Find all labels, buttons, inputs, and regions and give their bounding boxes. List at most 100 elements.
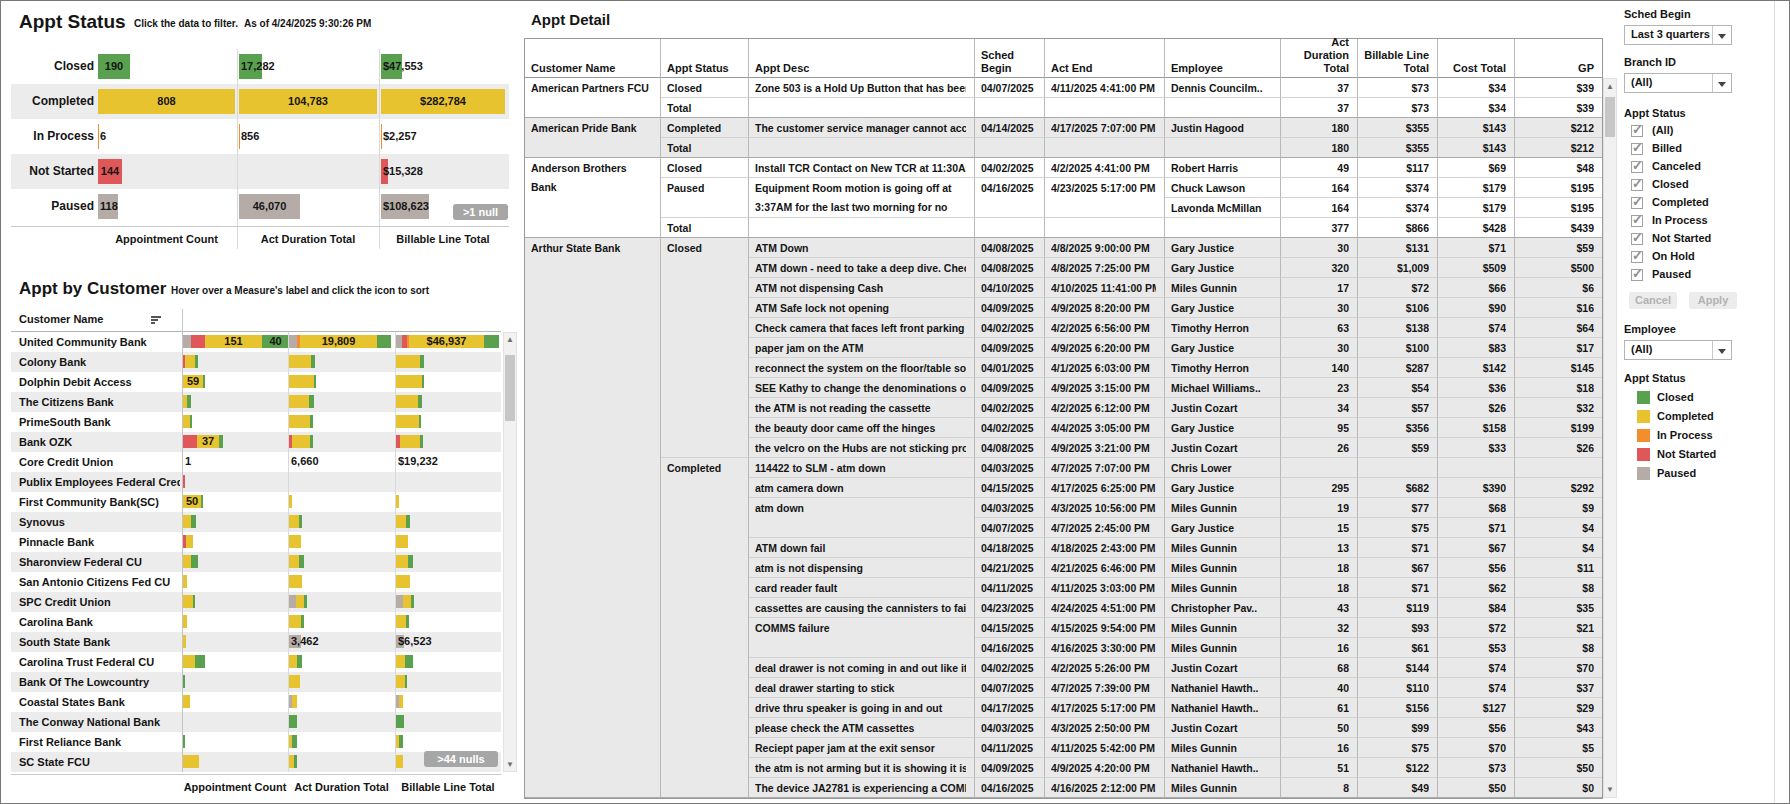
bar-segment[interactable] bbox=[396, 555, 408, 568]
bar-segment[interactable] bbox=[396, 535, 408, 548]
bar-segment[interactable] bbox=[403, 595, 411, 608]
bar-segment[interactable] bbox=[183, 475, 185, 488]
bar-segment[interactable] bbox=[420, 435, 423, 448]
bar-segment[interactable] bbox=[408, 555, 413, 568]
bar-segment[interactable] bbox=[183, 415, 190, 428]
legend-swatch-yellow[interactable] bbox=[1637, 410, 1650, 423]
bar-segment[interactable] bbox=[411, 595, 414, 608]
bar-segment[interactable] bbox=[183, 595, 193, 608]
bar-segment[interactable] bbox=[396, 395, 418, 408]
scrollbar-thumb[interactable] bbox=[1605, 97, 1615, 137]
checkbox-billed[interactable]: ✓ bbox=[1631, 143, 1643, 155]
legend-swatch-gray[interactable] bbox=[1637, 467, 1650, 480]
status-null-indicator[interactable]: >1 null bbox=[453, 204, 508, 220]
legend-swatch-orange[interactable] bbox=[1637, 429, 1650, 442]
bar-segment[interactable] bbox=[406, 615, 409, 628]
checkbox-on-hold[interactable]: ✓ bbox=[1631, 251, 1643, 263]
legend-swatch-green[interactable] bbox=[1637, 391, 1650, 404]
bar-segment[interactable] bbox=[405, 655, 413, 668]
bar-segment[interactable] bbox=[396, 715, 404, 728]
bar-segment[interactable] bbox=[201, 495, 203, 508]
bar-segment[interactable] bbox=[289, 415, 310, 428]
bar-segment[interactable] bbox=[191, 335, 205, 348]
bar-segment[interactable] bbox=[186, 535, 193, 548]
bar-segment[interactable] bbox=[304, 595, 307, 608]
bar-segment[interactable] bbox=[396, 495, 399, 508]
bar-segment[interactable] bbox=[296, 595, 304, 608]
branch-id-dropdown-button[interactable] bbox=[1712, 74, 1731, 92]
legend-swatch-red[interactable] bbox=[1637, 448, 1650, 461]
sort-icon[interactable] bbox=[151, 316, 163, 326]
checkbox-closed[interactable]: ✓ bbox=[1631, 179, 1643, 191]
bar-segment[interactable] bbox=[292, 435, 310, 448]
bar-segment[interactable] bbox=[418, 395, 422, 408]
bar-segment[interactable] bbox=[314, 375, 316, 388]
checkbox--all-[interactable]: ✓ bbox=[1631, 125, 1643, 137]
apply-button[interactable]: Apply bbox=[1689, 292, 1737, 309]
bar-segment[interactable] bbox=[289, 395, 309, 408]
bar-segment[interactable] bbox=[310, 415, 313, 428]
bar-segment[interactable] bbox=[484, 335, 499, 348]
bar-segment[interactable] bbox=[396, 515, 406, 528]
bar-segment[interactable] bbox=[289, 575, 302, 588]
bar-segment[interactable] bbox=[190, 415, 192, 428]
scroll-down-icon[interactable]: ▼ bbox=[1604, 785, 1616, 794]
bar-segment[interactable] bbox=[183, 515, 191, 528]
bar-segment[interactable] bbox=[183, 655, 195, 668]
bar-segment[interactable] bbox=[289, 535, 301, 548]
bar-segment[interactable] bbox=[399, 735, 403, 748]
bar-segment[interactable] bbox=[195, 355, 198, 368]
bar-segment[interactable] bbox=[183, 575, 187, 588]
sched-begin-dropdown[interactable]: Last 3 quarters bbox=[1624, 25, 1732, 45]
status-bar-in-process[interactable] bbox=[239, 124, 240, 149]
bar-segment[interactable] bbox=[195, 655, 205, 668]
bar-segment[interactable] bbox=[289, 595, 296, 608]
scroll-down-icon[interactable]: ▼ bbox=[504, 760, 516, 769]
bar-segment[interactable] bbox=[422, 375, 424, 388]
scroll-up-icon[interactable]: ▲ bbox=[504, 335, 516, 344]
bar-segment[interactable] bbox=[396, 755, 403, 768]
detail-scrollbar[interactable]: ▲▼ bbox=[1603, 78, 1617, 798]
customer-scrollbar[interactable]: ▲▼ bbox=[503, 332, 517, 772]
bar-segment[interactable] bbox=[289, 615, 301, 628]
bar-segment[interactable] bbox=[289, 675, 300, 688]
checkbox-completed[interactable]: ✓ bbox=[1631, 197, 1643, 209]
bar-segment[interactable] bbox=[301, 615, 304, 628]
bar-segment[interactable] bbox=[183, 755, 199, 768]
status-bar-in-process[interactable] bbox=[381, 124, 382, 149]
checkbox-in-process[interactable]: ✓ bbox=[1631, 215, 1643, 227]
bar-segment[interactable] bbox=[289, 715, 297, 728]
bar-segment[interactable] bbox=[405, 675, 407, 688]
bar-segment[interactable] bbox=[396, 355, 420, 368]
employee-dropdown-button[interactable] bbox=[1712, 341, 1731, 359]
bar-segment[interactable] bbox=[406, 515, 410, 528]
checkbox-not-started[interactable]: ✓ bbox=[1631, 233, 1643, 245]
bar-segment[interactable] bbox=[396, 575, 410, 588]
bar-segment[interactable] bbox=[183, 615, 187, 628]
bar-segment[interactable] bbox=[297, 655, 302, 668]
checkbox-paused[interactable]: ✓ bbox=[1631, 269, 1643, 281]
bar-segment[interactable] bbox=[185, 355, 195, 368]
bar-segment[interactable] bbox=[299, 555, 304, 568]
bar-segment[interactable] bbox=[289, 555, 299, 568]
scroll-up-icon[interactable]: ▲ bbox=[1604, 82, 1616, 91]
bar-segment[interactable] bbox=[309, 395, 314, 408]
bar-segment[interactable] bbox=[396, 375, 422, 388]
bar-segment[interactable] bbox=[289, 655, 297, 668]
bar-segment[interactable] bbox=[396, 415, 419, 428]
bar-segment[interactable] bbox=[420, 355, 424, 368]
bar-segment[interactable] bbox=[289, 335, 297, 348]
bar-segment[interactable] bbox=[299, 515, 302, 528]
bar-segment[interactable] bbox=[289, 515, 299, 528]
bar-segment[interactable] bbox=[203, 375, 205, 388]
checkbox-canceled[interactable]: ✓ bbox=[1631, 161, 1643, 173]
bar-segment[interactable] bbox=[396, 595, 403, 608]
bar-segment[interactable] bbox=[289, 375, 314, 388]
bar-segment[interactable] bbox=[310, 435, 313, 448]
bar-segment[interactable] bbox=[183, 695, 190, 708]
bar-segment[interactable] bbox=[183, 675, 185, 688]
bar-segment[interactable] bbox=[191, 555, 198, 568]
bar-segment[interactable] bbox=[400, 435, 420, 448]
branch-id-dropdown[interactable]: (All) bbox=[1624, 73, 1732, 93]
bar-segment[interactable] bbox=[183, 555, 191, 568]
